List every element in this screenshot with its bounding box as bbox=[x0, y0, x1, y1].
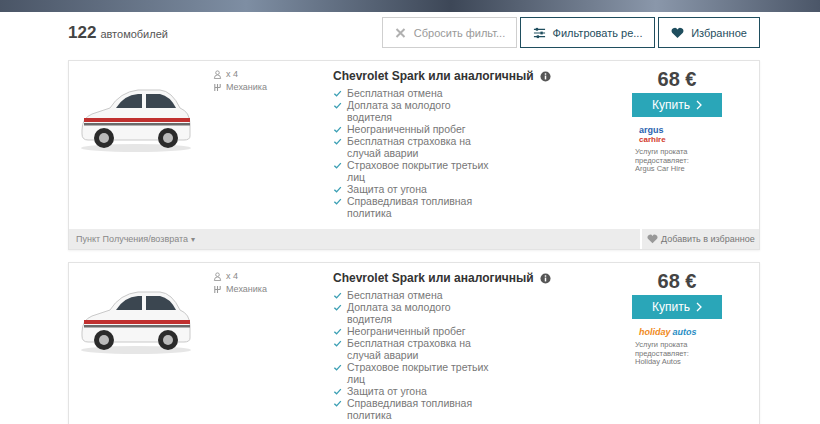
purchase: 68 € Купить arguscarhire Услуги проката … bbox=[632, 61, 759, 229]
check-icon bbox=[333, 399, 342, 408]
check-icon bbox=[333, 197, 342, 206]
seats: x 4 bbox=[213, 68, 333, 80]
check-icon bbox=[333, 327, 342, 336]
results: 122 автомобилей Сбросить фильт... Фильтр… bbox=[68, 17, 760, 424]
price: 68 € bbox=[632, 269, 722, 293]
buy-button[interactable]: Купить bbox=[632, 295, 722, 319]
feature-item: Защита от угона bbox=[333, 183, 632, 195]
car-specs: x 4 Механика bbox=[213, 263, 333, 424]
car-card: x 4 Механика Chevrolet Spark или аналоги… bbox=[68, 262, 760, 424]
check-icon bbox=[333, 101, 342, 110]
feature-item: Защита от угона bbox=[333, 385, 632, 397]
provider-logo: arguscarhire bbox=[639, 126, 666, 144]
check-icon bbox=[333, 291, 342, 300]
chevron-right-icon bbox=[696, 302, 702, 312]
feature-item: Неограниченный пробег bbox=[333, 325, 632, 337]
provider-info: Услуги проката предоставляет: Holiday Au… bbox=[635, 341, 715, 367]
check-icon bbox=[333, 339, 342, 348]
person-icon bbox=[213, 70, 222, 79]
purchase: 68 € Купить holidayautos Услуги проката … bbox=[632, 263, 759, 424]
page: 122 автомобилей Сбросить фильт... Фильтр… bbox=[0, 0, 820, 424]
add-favorite-button[interactable]: Добавить в избранное bbox=[640, 229, 759, 249]
car-title: Chevrolet Spark или аналогичный bbox=[333, 271, 534, 285]
transmission: Механика bbox=[213, 81, 333, 93]
chevron-right-icon bbox=[696, 100, 702, 110]
provider-logo: holidayautos bbox=[639, 328, 697, 337]
car-icon bbox=[76, 280, 196, 356]
toolbar: 122 автомобилей Сбросить фильт... Фильтр… bbox=[68, 17, 760, 48]
feature-item: Справедливая топливная политика bbox=[333, 397, 632, 421]
feature-item: Страховое покрытие третьих лиц bbox=[333, 361, 632, 385]
feature-item: Бесплатная страховка на случай аварии bbox=[333, 135, 632, 159]
transmission: Механика bbox=[213, 283, 333, 295]
feature-item: Бесплатная отмена bbox=[333, 289, 632, 301]
car-info: Chevrolet Spark или аналогичный Бесплатн… bbox=[333, 263, 632, 424]
feature-item: Доплата за молодого водителя bbox=[333, 301, 632, 325]
check-icon bbox=[333, 363, 342, 372]
car-card: x 4 Механика Chevrolet Spark или аналоги… bbox=[68, 60, 760, 250]
check-icon bbox=[333, 161, 342, 170]
feature-item: Бесплатная страховка на случай аварии bbox=[333, 337, 632, 361]
check-icon bbox=[333, 89, 342, 98]
pickup-dropdown[interactable]: Пункт Получения/возврата ▾ bbox=[69, 229, 640, 249]
car-photo bbox=[69, 263, 213, 424]
feature-item: Страховое покрытие третьих лиц bbox=[333, 159, 632, 183]
card-footer: Пункт Получения/возврата ▾ Добавить в из… bbox=[69, 229, 759, 249]
filter-button[interactable]: Фильтровать ре... bbox=[520, 17, 655, 48]
check-icon bbox=[333, 125, 342, 134]
feature-item: Доплата за молодого водителя bbox=[333, 99, 632, 123]
check-icon bbox=[333, 185, 342, 194]
feature-item: Справедливая топливная политика bbox=[333, 195, 632, 219]
info-icon[interactable] bbox=[540, 71, 551, 82]
car-specs: x 4 Механика bbox=[213, 61, 333, 229]
buy-button[interactable]: Купить bbox=[632, 93, 722, 117]
result-count: 122 автомобилей bbox=[68, 23, 168, 43]
car-icon bbox=[76, 78, 196, 154]
check-icon bbox=[333, 387, 342, 396]
car-title: Chevrolet Spark или аналогичный bbox=[333, 69, 534, 83]
provider-info: Услуги проката предоставляет: Argus Car … bbox=[635, 148, 715, 174]
toolbar-actions: Сбросить фильт... Фильтровать ре... Избр… bbox=[382, 17, 760, 48]
car-info: Chevrolet Spark или аналогичный Бесплатн… bbox=[333, 61, 632, 229]
person-icon bbox=[213, 272, 222, 281]
feature-item: Неограниченный пробег bbox=[333, 123, 632, 135]
close-icon bbox=[394, 27, 407, 39]
hero-photo bbox=[0, 0, 820, 12]
feature-item: Бесплатная отмена bbox=[333, 87, 632, 99]
seats: x 4 bbox=[213, 270, 333, 282]
heart-icon bbox=[647, 234, 658, 244]
gearbox-icon bbox=[213, 83, 222, 92]
gearbox-icon bbox=[213, 285, 222, 294]
reset-button[interactable]: Сбросить фильт... bbox=[382, 17, 517, 48]
heart-icon bbox=[671, 27, 684, 39]
car-photo bbox=[69, 61, 213, 229]
favorites-button[interactable]: Избранное bbox=[658, 17, 760, 48]
feature-list: Бесплатная отмена Доплата за молодого во… bbox=[333, 289, 632, 421]
price: 68 € bbox=[632, 67, 722, 91]
feature-list: Бесплатная отмена Доплата за молодого во… bbox=[333, 87, 632, 219]
check-icon bbox=[333, 303, 342, 312]
info-icon[interactable] bbox=[540, 273, 551, 284]
check-icon bbox=[333, 137, 342, 146]
sliders-icon bbox=[533, 27, 546, 39]
